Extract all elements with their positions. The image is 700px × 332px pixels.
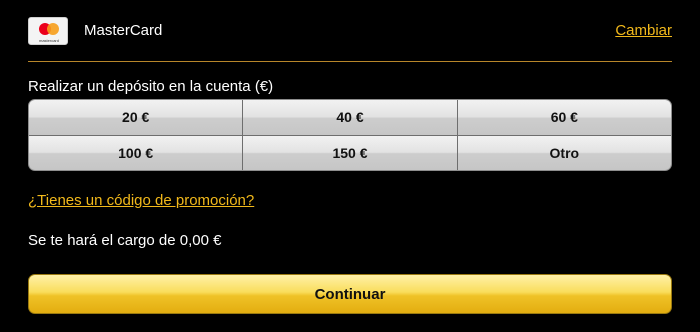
svg-text:mastercard: mastercard bbox=[39, 38, 59, 43]
amount-button-40[interactable]: 40 € bbox=[243, 100, 457, 135]
continue-button[interactable]: Continuar bbox=[28, 274, 672, 314]
deposit-amount-grid: 20 € 40 € 60 € 100 € 150 € Otro bbox=[28, 99, 672, 171]
promo-code-link[interactable]: ¿Tienes un código de promoción? bbox=[28, 192, 254, 209]
amount-button-other[interactable]: Otro bbox=[457, 135, 671, 170]
card-name: MasterCard bbox=[84, 22, 163, 39]
mastercard-logo-icon: mastercard bbox=[28, 17, 68, 45]
charge-summary: Se te hará el cargo de 0,00 € bbox=[28, 232, 222, 249]
amount-button-100[interactable]: 100 € bbox=[29, 135, 243, 170]
payment-method-row: mastercard MasterCard Cambiar bbox=[28, 16, 672, 46]
divider bbox=[28, 61, 672, 62]
amount-button-20[interactable]: 20 € bbox=[29, 100, 243, 135]
amount-button-60[interactable]: 60 € bbox=[457, 100, 671, 135]
change-card-link[interactable]: Cambiar bbox=[615, 22, 672, 39]
deposit-label: Realizar un depósito en la cuenta (€) bbox=[28, 78, 274, 95]
amount-button-150[interactable]: 150 € bbox=[243, 135, 457, 170]
